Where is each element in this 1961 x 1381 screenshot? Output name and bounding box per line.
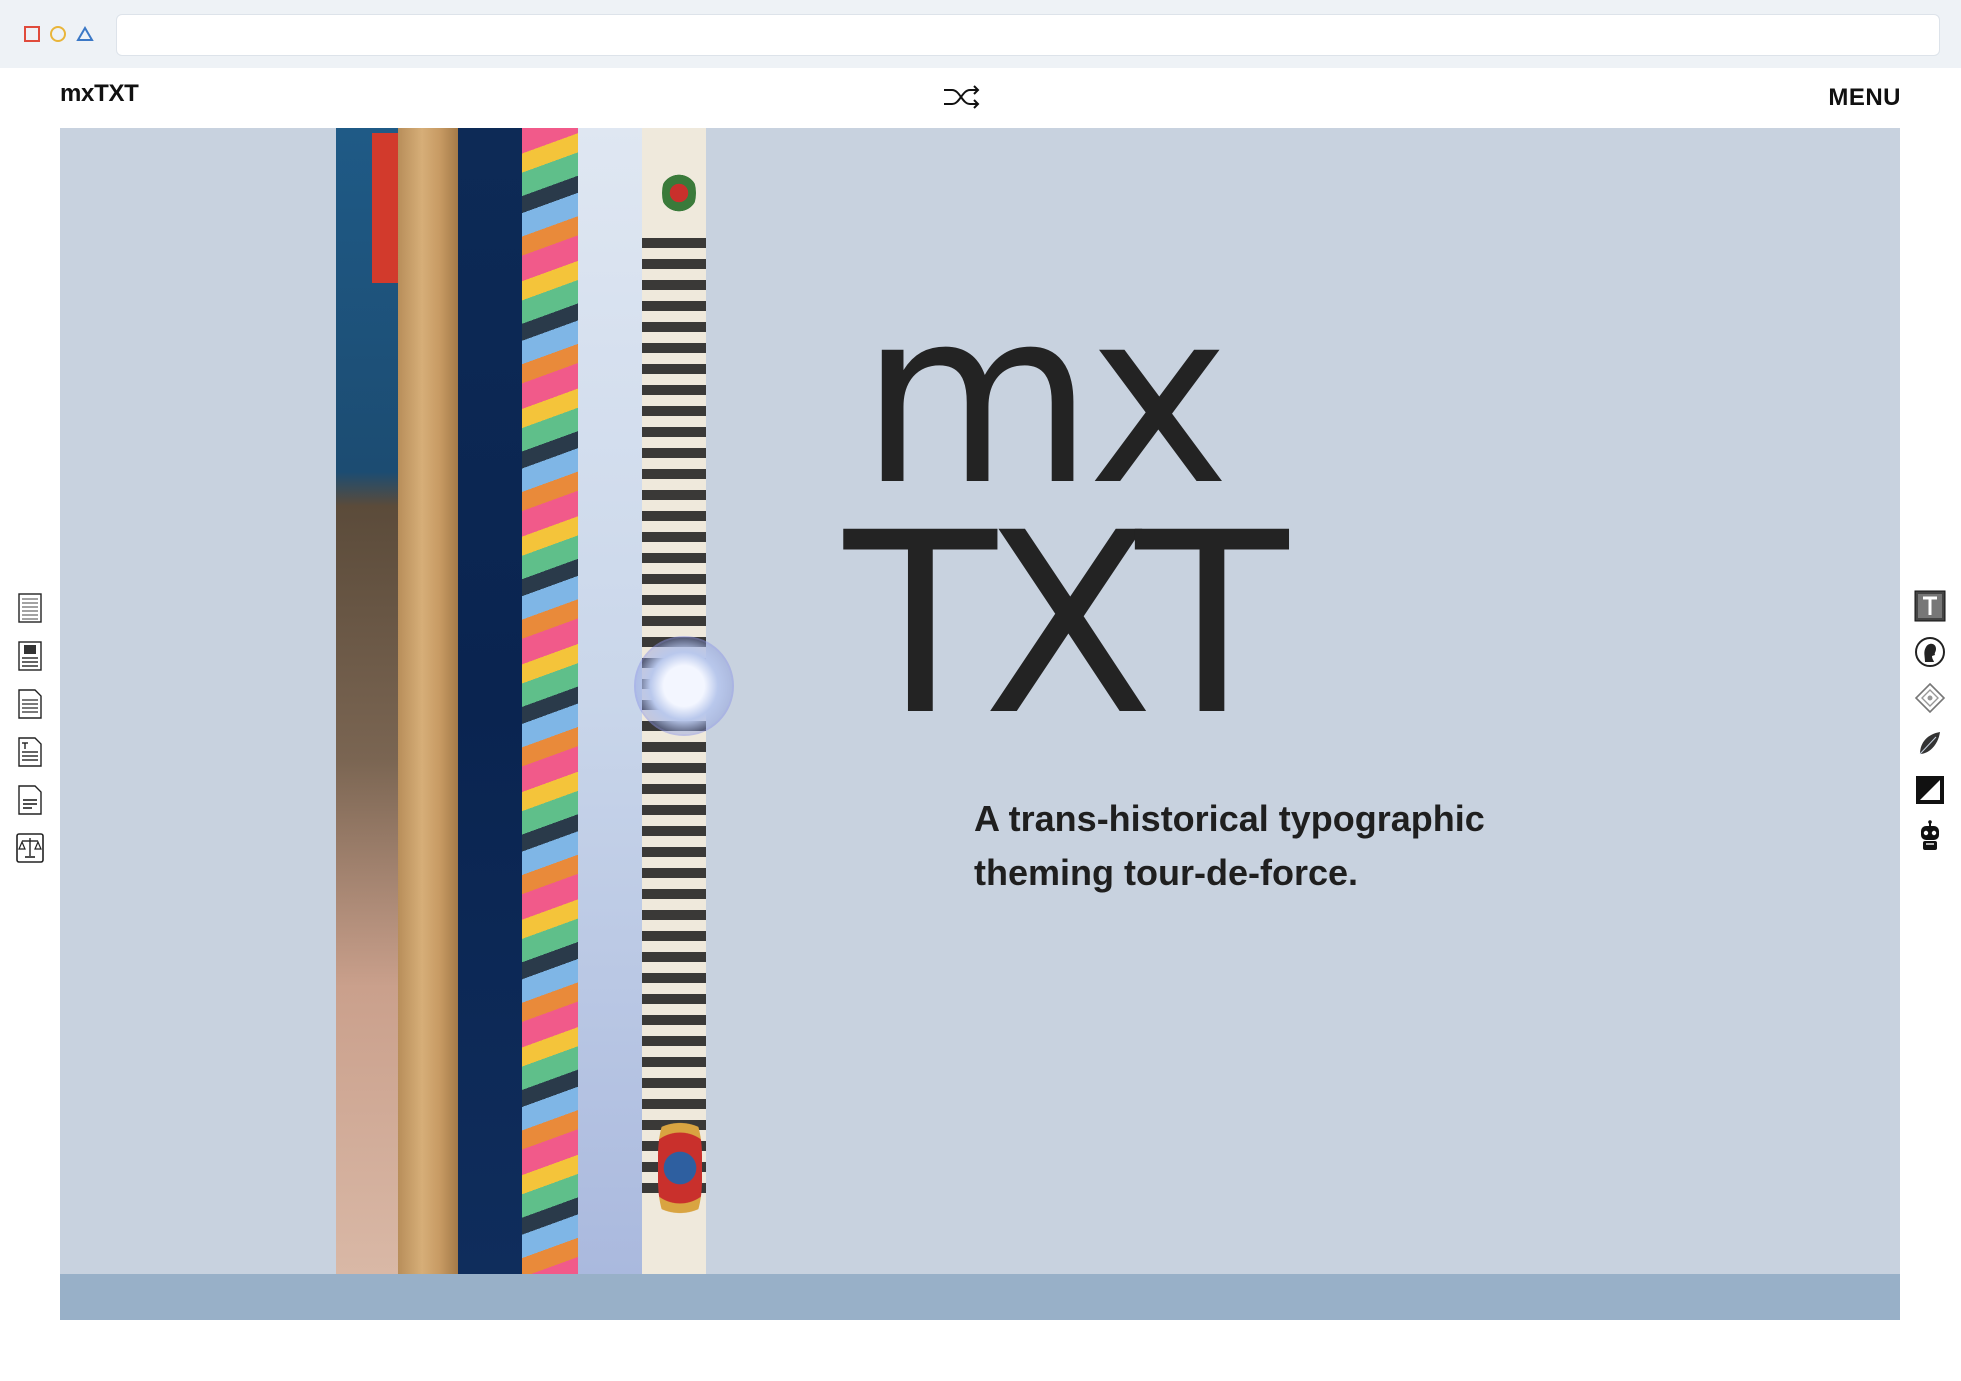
- ornate-letter-icon[interactable]: [1914, 590, 1946, 622]
- contrast-icon[interactable]: [1914, 774, 1946, 806]
- site-logo[interactable]: mxTXT: [60, 80, 139, 108]
- theme-strip-magazine[interactable]: [336, 128, 398, 1274]
- theme-strip-parchment[interactable]: [398, 128, 458, 1274]
- document-icon[interactable]: [14, 688, 46, 720]
- hero-title-line2: TXT: [844, 479, 1288, 770]
- right-toolbar: [1914, 590, 1946, 852]
- silhouette-portrait-icon[interactable]: [1914, 636, 1946, 668]
- close-window-icon[interactable]: [24, 26, 40, 42]
- hero-section: mx TXT: [60, 128, 1900, 1274]
- robot-icon[interactable]: [1914, 820, 1946, 852]
- lined-page-icon[interactable]: [14, 592, 46, 624]
- shuffle-icon[interactable]: [942, 82, 982, 112]
- maximize-window-icon[interactable]: [76, 26, 94, 42]
- scales-document-icon[interactable]: [14, 832, 46, 864]
- minimize-window-icon[interactable]: [50, 26, 66, 42]
- menu-button[interactable]: MENU: [1828, 84, 1901, 112]
- manuscript-ornament-icon: [662, 168, 696, 218]
- address-bar[interactable]: [116, 14, 1940, 56]
- magazine-red-block: [372, 133, 398, 283]
- theme-strip-navy[interactable]: [458, 128, 522, 1274]
- left-toolbar: [14, 592, 46, 864]
- titled-document-icon[interactable]: [14, 736, 46, 768]
- feather-icon[interactable]: [1914, 728, 1946, 760]
- illustrated-page-icon[interactable]: [14, 640, 46, 672]
- hero-tagline: A trans-historical typographic theming t…: [974, 798, 1485, 893]
- window-controls: [24, 26, 94, 42]
- browser-chrome: [0, 0, 1961, 68]
- footer-bar: [60, 1274, 1900, 1320]
- diamond-ornament-icon[interactable]: [1914, 682, 1946, 714]
- magnifier-lens[interactable]: [636, 638, 732, 734]
- theme-strip-floral[interactable]: [522, 128, 578, 1274]
- theme-strip-glass[interactable]: [578, 128, 642, 1274]
- manuscript-illumination-icon: [658, 1108, 702, 1228]
- short-text-page-icon[interactable]: [14, 784, 46, 816]
